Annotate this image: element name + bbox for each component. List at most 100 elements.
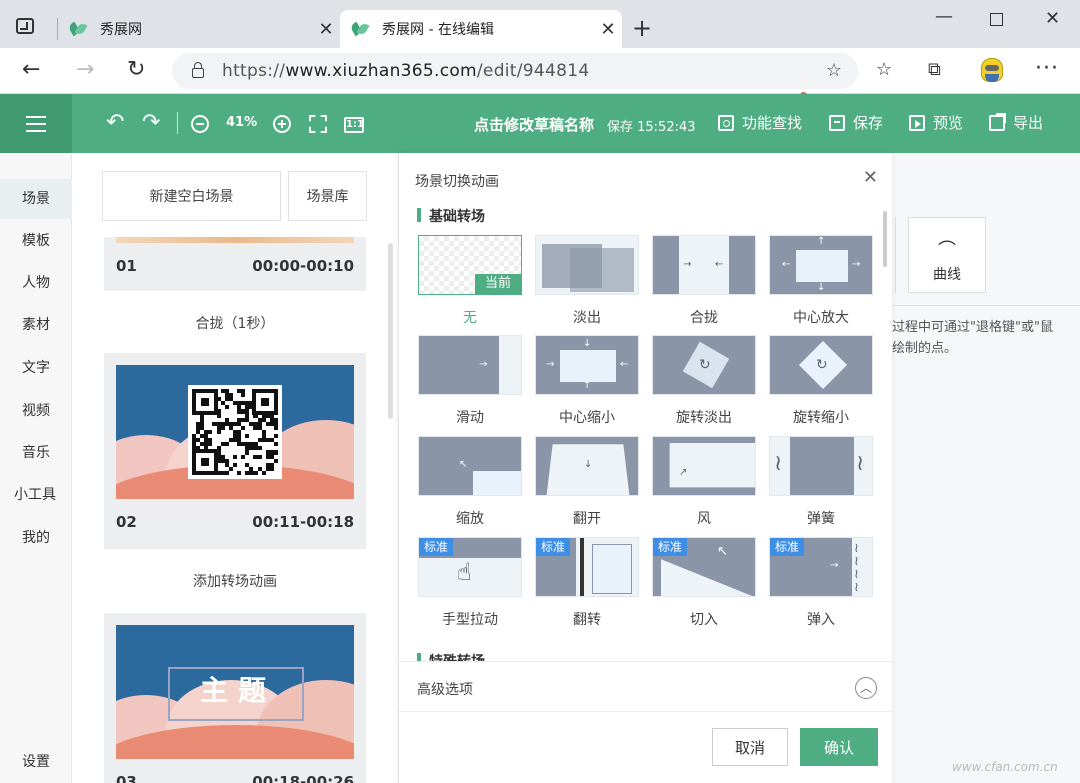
draft-title[interactable]: 点击修改草稿名称 xyxy=(474,114,594,135)
sidebar-item-character[interactable]: 人物 xyxy=(0,263,72,303)
arrow-right-icon: → xyxy=(546,359,555,370)
tab-close-icon[interactable]: ✕ xyxy=(594,19,622,40)
fullscreen-icon[interactable] xyxy=(309,115,327,133)
sidebar-item-video[interactable]: 视频 xyxy=(0,391,72,431)
sidebar-item-scene[interactable]: 场景 xyxy=(0,179,72,219)
add-transition-link[interactable]: 添加转场动画 xyxy=(72,571,398,591)
arrow-up-left-icon: ↖ xyxy=(459,459,468,470)
sidebar-item-template[interactable]: 模板 xyxy=(0,221,72,261)
arrow-up-right-icon: ↗ xyxy=(679,467,688,478)
forward-icon[interactable]: → xyxy=(76,57,94,82)
transition-option-spring[interactable]: ≀ ≀ 弹簧 xyxy=(769,436,873,528)
arrow-down-icon: ↓ xyxy=(583,338,592,349)
zoom-in-icon[interactable] xyxy=(273,115,291,133)
sidebar-item-tools[interactable]: 小工具 xyxy=(0,475,72,515)
scene-card-02[interactable]: 02 00:11-00:18 xyxy=(104,353,366,549)
sidebar-item-material[interactable]: 素材 xyxy=(0,305,72,345)
left-sidebar: 场景 模板 人物 素材 文字 视频 音乐 小工具 我的 设置 xyxy=(0,153,72,783)
feature-search-label: 功能查找 xyxy=(742,114,803,132)
undo-icon[interactable]: ↶ xyxy=(106,110,124,136)
transition-option-cut-in[interactable]: 标准 ↖ 切入 xyxy=(652,537,756,629)
sidebar-item-text[interactable]: 文字 xyxy=(0,348,72,388)
feature-search-button[interactable]: 功能查找 xyxy=(718,112,802,133)
thumb-shape xyxy=(592,544,632,594)
minimize-icon[interactable]: — xyxy=(935,6,953,27)
zoom-out-icon[interactable] xyxy=(191,115,209,133)
thumb-shape xyxy=(729,236,755,294)
transition-thumb: ≀ ≀ xyxy=(769,436,873,496)
transition-label-01[interactable]: 合拢（1秒） xyxy=(72,313,398,333)
transition-label: 切入 xyxy=(690,612,718,628)
save-button[interactable]: 保存 xyxy=(829,112,883,133)
address-bar: ← → ↻ https://www.xiuzhan365.com/edit/94… xyxy=(0,48,1080,94)
transition-option-slide[interactable]: → 滑动 xyxy=(418,335,522,427)
transition-option-center-zoom-in[interactable]: ↑ ↓ ← → 中心放大 xyxy=(769,235,873,327)
browser-tab-editor[interactable]: 秀展网 - 在线编辑 ✕ xyxy=(340,10,622,48)
transition-thumb: → ← xyxy=(652,235,756,295)
actual-size-icon[interactable]: 1:1 xyxy=(344,117,364,133)
transition-option-rotate-fade[interactable]: ↻ 旋转淡出 xyxy=(652,335,756,427)
cancel-button[interactable]: 取消 xyxy=(712,728,788,766)
profile-avatar[interactable] xyxy=(981,58,1003,82)
scene-card-03[interactable]: 主题 03 00:18-00:26 xyxy=(104,613,366,783)
sidebar-item-mine[interactable]: 我的 xyxy=(0,518,72,558)
preview-icon xyxy=(909,114,925,131)
curve-label: 曲线 xyxy=(933,267,961,283)
rotate-icon: ↻ xyxy=(699,357,711,373)
add-favorite-icon[interactable]: ☆ xyxy=(826,60,842,81)
refresh-icon[interactable]: ↻ xyxy=(127,57,145,82)
save-icon xyxy=(829,114,845,131)
transition-option-scale[interactable]: ↖ 缩放 xyxy=(418,436,522,528)
standard-badge: 标准 xyxy=(770,538,804,556)
collections-icon[interactable]: ⧉ xyxy=(928,59,941,80)
advanced-options-label[interactable]: 高级选项 xyxy=(417,679,473,699)
sidebar-item-music[interactable]: 音乐 xyxy=(0,433,72,473)
redo-icon[interactable]: ↷ xyxy=(142,110,160,136)
new-blank-scene-button[interactable]: 新建空白场景 xyxy=(102,171,281,221)
transition-option-none[interactable]: 当前 无 xyxy=(418,235,522,327)
transition-option-bounce-in[interactable]: 标准 → ≀ ≀ ≀ ≀ 弹入 xyxy=(769,537,873,629)
scene-card-01[interactable]: 01 00:00-00:10 xyxy=(104,237,366,291)
scene-list-scrollbar[interactable] xyxy=(388,243,393,419)
transition-option-rotate-shrink[interactable]: ↻ 旋转缩小 xyxy=(769,335,873,427)
transition-label: 合拢 xyxy=(690,310,718,326)
url-field[interactable]: https://www.xiuzhan365.com/edit/944814 ☆ xyxy=(172,53,858,89)
transition-option-flip[interactable]: 标准 翻转 xyxy=(535,537,639,629)
thumb-shape xyxy=(580,538,584,596)
thumb-shape xyxy=(796,250,848,282)
transition-option-flip-open[interactable]: ↓ 翻开 xyxy=(535,436,639,528)
tab-actions-icon[interactable] xyxy=(16,18,34,34)
more-menu-icon[interactable]: ··· xyxy=(1035,56,1059,81)
favorites-icon[interactable]: ☆ xyxy=(876,59,892,80)
maximize-icon[interactable] xyxy=(990,13,1003,26)
sidebar-item-settings[interactable]: 设置 xyxy=(0,742,72,782)
close-window-icon[interactable]: ✕ xyxy=(1045,8,1060,29)
confirm-button[interactable]: 确认 xyxy=(800,728,878,766)
transition-option-center-zoom-out[interactable]: ↓ ↑ → ← 中心缩小 xyxy=(535,335,639,427)
lock-icon[interactable] xyxy=(192,62,204,78)
qr-finder xyxy=(192,449,218,475)
export-button[interactable]: 导出 xyxy=(989,112,1043,133)
thumb-shape xyxy=(653,437,755,443)
transition-option-fade-out[interactable]: 淡出 xyxy=(535,235,639,327)
main-menu-button[interactable] xyxy=(0,94,72,153)
transition-option-hand-drag[interactable]: 标准 ☝ 手型拉动 xyxy=(418,537,522,629)
back-icon[interactable]: ← xyxy=(22,57,40,82)
new-tab-icon[interactable]: + xyxy=(632,14,652,42)
arrow-left-icon: ← xyxy=(782,259,791,270)
scene-library-button[interactable]: 场景库 xyxy=(288,171,367,221)
preview-button[interactable]: 预览 xyxy=(909,112,963,133)
arrow-up-left-icon: ↖ xyxy=(717,544,728,559)
thumb-shape xyxy=(570,248,634,292)
arrow-left-icon: ← xyxy=(620,359,629,370)
transition-thumb: 标准 ☝ xyxy=(418,537,522,597)
transition-option-wind[interactable]: ↗ 风 xyxy=(652,436,756,528)
curve-tool-button[interactable]: ⌒ 曲线 xyxy=(908,217,986,293)
chevron-up-icon[interactable]: ︿ xyxy=(855,677,877,699)
transition-option-close[interactable]: → ← 合拢 xyxy=(652,235,756,327)
tab-close-icon[interactable]: ✕ xyxy=(312,19,340,40)
browser-tab-xiuzhan[interactable]: 秀展网 ✕ xyxy=(58,10,340,48)
scene-duration: 00:00-00:10 xyxy=(252,257,354,275)
transition-thumb: ↻ xyxy=(652,335,756,395)
transition-thumb: ↓ ↑ → ← xyxy=(535,335,639,395)
